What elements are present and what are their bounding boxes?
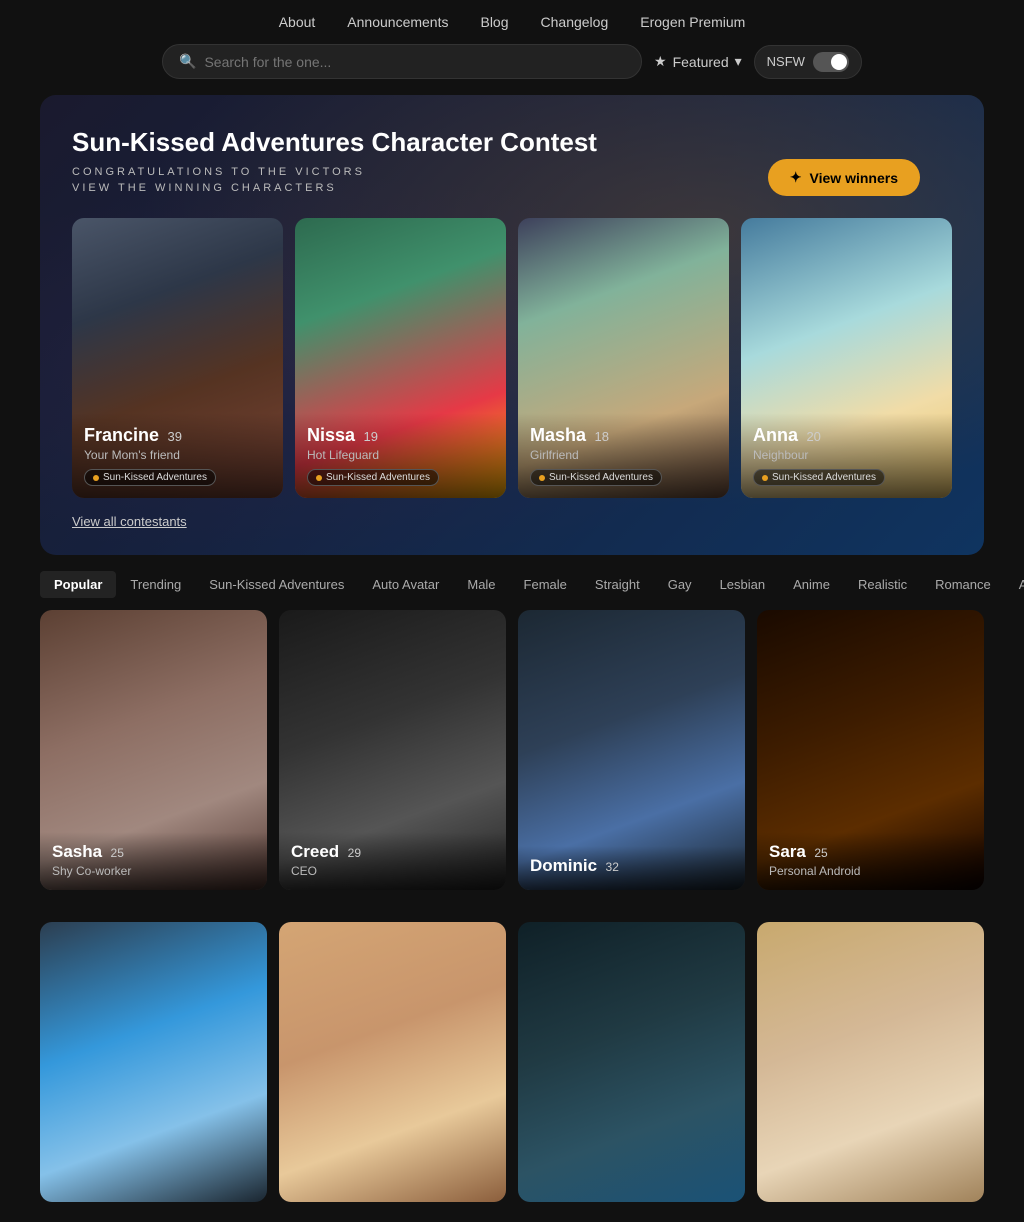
- char-card-5[interactable]: [40, 922, 267, 1202]
- search-row: 🔍 ★ Featured ▾ NSFW: [0, 44, 1024, 95]
- chevron-down-icon: ▾: [735, 53, 742, 70]
- creed-overlay: Creed 29 CEO: [279, 832, 506, 890]
- view-winners-label: View winners: [810, 170, 898, 186]
- search-input[interactable]: [204, 54, 625, 70]
- sasha-overlay: Sasha 25 Shy Co-worker: [40, 832, 267, 890]
- sara-name-row: Sara 25: [769, 842, 972, 862]
- main-nav: About Announcements Blog Changelog Eroge…: [0, 0, 1024, 44]
- popular-card-grid: Sasha 25 Shy Co-worker Creed 29 CEO Domi…: [0, 610, 1024, 910]
- nav-announcements[interactable]: Announcements: [347, 14, 448, 30]
- filter-tab-realistic[interactable]: Realistic: [844, 571, 921, 598]
- nsfw-toggle[interactable]: NSFW: [754, 45, 862, 79]
- char-card-7[interactable]: [518, 922, 745, 1202]
- banner-card-masha[interactable]: Masha 18 Girlfriend Sun-Kissed Adventure…: [518, 218, 729, 498]
- anna-overlay: Anna 20 Neighbour Sun-Kissed Adventures: [741, 413, 952, 499]
- nsfw-toggle-pill[interactable]: [813, 52, 849, 72]
- tag-dot: [93, 475, 99, 481]
- char-card-dominic[interactable]: Dominic 32: [518, 610, 745, 890]
- filter-tab-popular[interactable]: Popular: [40, 571, 116, 598]
- search-icon: 🔍: [179, 53, 196, 70]
- anna-tag: Sun-Kissed Adventures: [753, 469, 885, 486]
- view-winners-button[interactable]: ✦ View winners: [768, 159, 920, 196]
- char-card-creed[interactable]: Creed 29 CEO: [279, 610, 506, 890]
- nav-blog[interactable]: Blog: [480, 14, 508, 30]
- sara-overlay: Sara 25 Personal Android: [757, 832, 984, 890]
- char-card-sasha[interactable]: Sasha 25 Shy Co-worker: [40, 610, 267, 890]
- francine-overlay: Francine 39 Your Mom's friend Sun-Kissed…: [72, 413, 283, 499]
- dominic-overlay: Dominic 32: [518, 846, 745, 890]
- francine-name-row: Francine 39: [84, 425, 271, 446]
- featured-button[interactable]: ★ Featured ▾: [654, 53, 742, 70]
- anna-name-row: Anna 20: [753, 425, 940, 446]
- search-box: 🔍: [162, 44, 642, 79]
- banner-cards: Francine 39 Your Mom's friend Sun-Kissed…: [72, 218, 952, 498]
- nav-about[interactable]: About: [279, 14, 316, 30]
- nissa-tag: Sun-Kissed Adventures: [307, 469, 439, 486]
- filter-tab-trending[interactable]: Trending: [116, 571, 195, 598]
- filter-tab-romance[interactable]: Romance: [921, 571, 1005, 598]
- sasha-name-row: Sasha 25: [52, 842, 255, 862]
- sun-icon: ✦: [790, 169, 802, 186]
- filter-tab-anime[interactable]: Anime: [779, 571, 844, 598]
- char-card-8[interactable]: [757, 922, 984, 1202]
- banner-card-francine[interactable]: Francine 39 Your Mom's friend Sun-Kissed…: [72, 218, 283, 498]
- filter-tab-sun-kissed[interactable]: Sun-Kissed Adventures: [195, 571, 358, 598]
- filter-tab-female[interactable]: Female: [510, 571, 581, 598]
- dominic-name-row: Dominic 32: [530, 856, 733, 876]
- masha-tag: Sun-Kissed Adventures: [530, 469, 662, 486]
- banner-card-anna[interactable]: Anna 20 Neighbour Sun-Kissed Adventures: [741, 218, 952, 498]
- creed-name-row: Creed 29: [291, 842, 494, 862]
- star-icon: ★: [654, 53, 667, 70]
- nsfw-label: NSFW: [767, 54, 805, 69]
- tag-dot: [539, 475, 545, 481]
- toggle-knob: [831, 54, 847, 70]
- popular-card-grid-2: [0, 922, 1024, 1222]
- banner-content: Sun-Kissed Adventures Character Contest …: [72, 127, 952, 529]
- char-card-6[interactable]: [279, 922, 506, 1202]
- nissa-name-row: Nissa 19: [307, 425, 494, 446]
- nav-changelog[interactable]: Changelog: [541, 14, 609, 30]
- masha-overlay: Masha 18 Girlfriend Sun-Kissed Adventure…: [518, 413, 729, 499]
- nissa-overlay: Nissa 19 Hot Lifeguard Sun-Kissed Advent…: [295, 413, 506, 499]
- filter-tab-lesbian[interactable]: Lesbian: [706, 571, 780, 598]
- filter-tab-auto-avatar[interactable]: Auto Avatar: [358, 571, 453, 598]
- contest-banner: Sun-Kissed Adventures Character Contest …: [40, 95, 984, 555]
- filter-tab-straight[interactable]: Straight: [581, 571, 654, 598]
- filter-tabs: Popular Trending Sun-Kissed Adventures A…: [0, 555, 1024, 610]
- francine-tag: Sun-Kissed Adventures: [84, 469, 216, 486]
- tag-dot: [316, 475, 322, 481]
- filter-tab-action[interactable]: Action: [1005, 571, 1024, 598]
- view-contestants-link[interactable]: View all contestants: [72, 514, 952, 529]
- banner-card-nissa[interactable]: Nissa 19 Hot Lifeguard Sun-Kissed Advent…: [295, 218, 506, 498]
- nav-erogen-premium[interactable]: Erogen Premium: [640, 14, 745, 30]
- featured-label: Featured: [673, 54, 729, 70]
- masha-name-row: Masha 18: [530, 425, 717, 446]
- banner-title: Sun-Kissed Adventures Character Contest: [72, 127, 952, 158]
- filter-tab-gay[interactable]: Gay: [654, 571, 706, 598]
- tag-dot: [762, 475, 768, 481]
- char-card-sara[interactable]: Sara 25 Personal Android: [757, 610, 984, 890]
- filter-tab-male[interactable]: Male: [453, 571, 509, 598]
